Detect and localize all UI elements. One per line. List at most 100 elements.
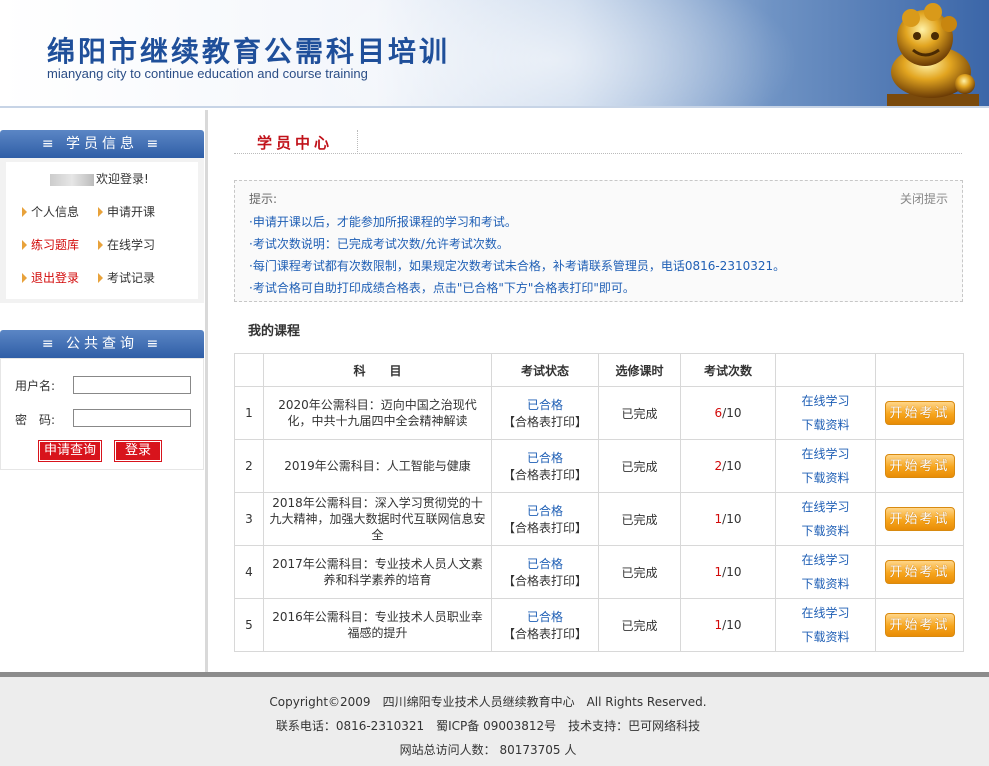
member-panel: 欢迎登录! 个人信息 申请开课 练习题库 在线学习 退出登录 考试记录 (0, 158, 204, 303)
online-study-link[interactable]: 在线学习 (776, 548, 875, 572)
exam-count: 6/10 (680, 386, 776, 440)
print-certificate-link[interactable]: 【合格表打印】 (492, 519, 598, 536)
apply-query-button[interactable]: 申请查询 (38, 440, 102, 462)
arrow-right-icon (98, 273, 103, 283)
column-header-exam (875, 353, 964, 387)
exam-count-total: /10 (722, 512, 742, 526)
course-subject: 2020年公需科目：迈向中国之治现代化，中共十九届四中全会精神解读 (263, 386, 492, 440)
exam-status-cell: 已合格 【合格表打印】 (491, 545, 599, 599)
menu-personal-info[interactable]: 个人信息 (22, 203, 79, 220)
exam-cell: 开始考试 (875, 386, 964, 440)
site-title: 绵阳市继续教育公需科目培训 (47, 35, 451, 68)
row-number: 1 (234, 386, 264, 440)
study-hours-status: 已完成 (598, 545, 681, 599)
exam-status-cell: 已合格 【合格表打印】 (491, 492, 599, 546)
row-number: 3 (234, 492, 264, 546)
tip-line: ·考试次数说明：已完成考试次数/允许考试次数。 (249, 237, 509, 251)
site-header: 绵阳市继续教育公需科目培训 mianyang city to continue … (0, 0, 989, 108)
column-header-subject: 科 目 (263, 353, 492, 387)
exam-count-done: 6 (714, 406, 723, 420)
study-hours-status: 已完成 (598, 386, 681, 440)
start-exam-button[interactable]: 开始考试 (884, 613, 955, 637)
course-subject: 2018年公需科目：深入学习贯彻党的十九大精神，加强大数据时代互联网信息安全 (263, 492, 492, 546)
close-tips-link[interactable]: 关闭提示 (900, 190, 948, 207)
study-hours-status: 已完成 (598, 492, 681, 546)
footer-visitor-count: 网站总访问人数： 80173705 人 (399, 743, 577, 757)
download-materials-link[interactable]: 下载资料 (776, 572, 875, 596)
exam-status-cell: 已合格 【合格表打印】 (491, 598, 599, 652)
print-certificate-link[interactable]: 【合格表打印】 (492, 572, 598, 589)
query-panel: 用户名: 密 码: 申请查询 登录 (0, 358, 204, 470)
online-study-link[interactable]: 在线学习 (776, 601, 875, 625)
start-exam-button[interactable]: 开始考试 (884, 507, 955, 531)
download-materials-link[interactable]: 下载资料 (776, 413, 875, 437)
passed-link[interactable]: 已合格 (492, 396, 598, 413)
online-study-link[interactable]: 在线学习 (776, 495, 875, 519)
title-underline (234, 153, 962, 154)
tip-line: ·考试合格可自助打印成绩合格表，点击"已合格"下方"合格表打印"即可。 (249, 281, 635, 295)
exam-count-done: 1 (714, 618, 723, 632)
exam-count-done: 1 (714, 565, 723, 579)
menu-practice-bank[interactable]: 练习题库 (22, 236, 79, 253)
arrow-right-icon (98, 240, 103, 250)
course-subject: 2017年公需科目：专业技术人员人文素养和科学素养的培育 (263, 545, 492, 599)
footer-copyright: Copyright©2009 四川绵阳专业技术人员继续教育中心 All Righ… (269, 695, 707, 709)
exam-count: 2/10 (680, 439, 776, 493)
exam-count-total: /10 (722, 618, 742, 632)
password-input[interactable] (73, 409, 191, 427)
tip-line: ·每门课程考试都有次数限制，如果规定次数考试未合格，补考请联系管理员，电话081… (249, 259, 786, 273)
exam-count-done: 2 (714, 459, 723, 473)
passed-link[interactable]: 已合格 (492, 449, 598, 466)
site-subtitle: mianyang city to continue education and … (47, 66, 368, 81)
course-subject: 2019年公需科目：人工智能与健康 (263, 439, 492, 493)
table-row: 3 2018年公需科目：深入学习贯彻党的十九大精神，加强大数据时代互联网信息安全… (234, 492, 964, 546)
exam-count-total: /10 (722, 406, 742, 420)
course-subject: 2016年公需科目：专业技术人员职业幸福感的提升 (263, 598, 492, 652)
print-certificate-link[interactable]: 【合格表打印】 (492, 413, 598, 430)
tip-line: ·申请开课以后，才能参加所报课程的学习和考试。 (249, 215, 517, 229)
login-button[interactable]: 登录 (114, 440, 162, 462)
title-divider (357, 130, 358, 152)
column-header-hours: 选修课时 (598, 353, 681, 387)
download-materials-link[interactable]: 下载资料 (776, 625, 875, 649)
row-number: 4 (234, 545, 264, 599)
arrow-right-icon (22, 207, 27, 217)
start-exam-button[interactable]: 开始考试 (884, 401, 955, 425)
member-panel-inner: 欢迎登录! 个人信息 申请开课 练习题库 在线学习 退出登录 考试记录 (6, 162, 198, 299)
online-study-link[interactable]: 在线学习 (776, 442, 875, 466)
table-row: 1 2020年公需科目：迈向中国之治现代化，中共十九届四中全会精神解读 已合格【… (234, 386, 964, 440)
start-exam-button[interactable]: 开始考试 (884, 560, 955, 584)
menu-logout[interactable]: 退出登录 (22, 269, 79, 286)
exam-count-total: /10 (722, 565, 742, 579)
row-number: 5 (234, 598, 264, 652)
passed-link[interactable]: 已合格 (492, 502, 598, 519)
download-materials-link[interactable]: 下载资料 (776, 466, 875, 490)
exam-count-done: 1 (714, 512, 723, 526)
print-certificate-link[interactable]: 【合格表打印】 (492, 625, 598, 642)
username-input[interactable] (73, 376, 191, 394)
menu-online-study[interactable]: 在线学习 (98, 236, 155, 253)
course-actions: 在线学习 下载资料 (775, 545, 876, 599)
download-materials-link[interactable]: 下载资料 (776, 519, 875, 543)
course-actions: 在线学习 下载资料 (775, 386, 876, 440)
exam-count: 1/10 (680, 492, 776, 546)
welcome-message: 欢迎登录! (50, 170, 149, 187)
passed-link[interactable]: 已合格 (492, 608, 598, 625)
query-panel-title: ≡ 公共查询 ≡ (0, 330, 204, 358)
column-header-no (234, 353, 264, 387)
study-hours-status: 已完成 (598, 598, 681, 652)
course-actions: 在线学习 下载资料 (775, 598, 876, 652)
course-actions: 在线学习 下载资料 (775, 492, 876, 546)
tips-box: 提示: 关闭提示 ·申请开课以后，才能参加所报课程的学习和考试。 ·考试次数说明… (234, 180, 963, 302)
username-label: 用户名: (15, 379, 56, 393)
start-exam-button[interactable]: 开始考试 (884, 454, 955, 478)
arrow-right-icon (98, 207, 103, 217)
row-number: 2 (234, 439, 264, 493)
print-certificate-link[interactable]: 【合格表打印】 (492, 466, 598, 483)
table-row: 4 2017年公需科目：专业技术人员人文素养和科学素养的培育 已合格 【合格表打印… (234, 545, 964, 599)
passed-link[interactable]: 已合格 (492, 555, 598, 572)
menu-apply-course[interactable]: 申请开课 (98, 203, 155, 220)
online-study-link[interactable]: 在线学习 (776, 389, 875, 413)
menu-exam-records[interactable]: 考试记录 (98, 269, 155, 286)
exam-cell: 开始考试 (875, 545, 964, 599)
